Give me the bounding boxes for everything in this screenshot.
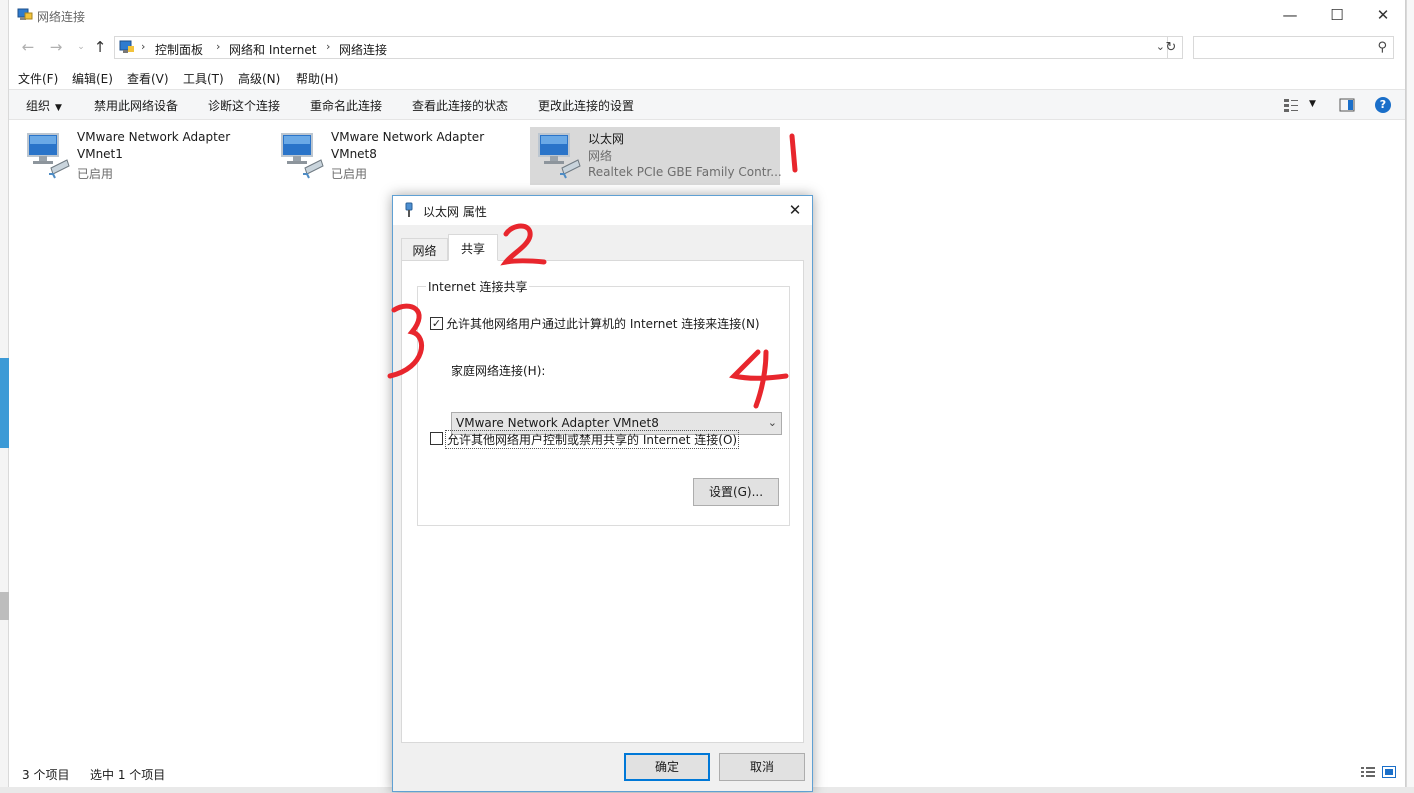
organize-label: 组织 bbox=[26, 99, 51, 113]
network-connections-icon bbox=[17, 8, 33, 20]
adapter-vmnet8[interactable]: VMware Network Adapter VMnet8 已启用 bbox=[273, 127, 513, 185]
address-row: ← → ⌄ ↑ › 控制面板 › 网络和 Internet › 网络连接 ⌄ ↻… bbox=[9, 33, 1405, 61]
caret-down-icon: ▼ bbox=[55, 103, 62, 113]
command-bar: 组织 ▼ 禁用此网络设备 诊断这个连接 重命名此连接 查看此连接的状态 更改此连接… bbox=[9, 89, 1405, 120]
disable-device-button[interactable]: 禁用此网络设备 bbox=[94, 97, 178, 114]
search-icon: ⚲ bbox=[1377, 40, 1387, 55]
search-input[interactable]: ⚲ bbox=[1193, 36, 1394, 59]
ethernet-plug-icon bbox=[405, 202, 413, 217]
refresh-icon[interactable]: ↻ bbox=[1160, 36, 1183, 59]
breadcrumb-separator-icon: › bbox=[141, 40, 146, 53]
control-panel-icon bbox=[119, 40, 134, 53]
menu-view[interactable]: 查看(V) bbox=[127, 70, 169, 87]
adapter-status: 已启用 bbox=[331, 167, 368, 181]
details-view-icon[interactable] bbox=[1361, 766, 1375, 778]
adapter-device: Realtek PCIe GBE Family Contr... bbox=[588, 165, 782, 179]
menu-file[interactable]: 文件(F) bbox=[18, 70, 58, 87]
preview-pane-icon[interactable] bbox=[1339, 97, 1355, 113]
sharing-tab-panel: Internet 连接共享 ✓ 允许其他网络用户通过此计算机的 Internet… bbox=[401, 260, 804, 743]
help-icon[interactable]: ? bbox=[1375, 97, 1391, 113]
change-settings-button[interactable]: 更改此连接的设置 bbox=[538, 97, 634, 114]
view-options-caret-icon[interactable]: ▼ bbox=[1309, 99, 1316, 109]
menu-help[interactable]: 帮助(H) bbox=[296, 70, 338, 87]
window-title: 网络连接 bbox=[37, 10, 86, 24]
item-count: 3 个项目 bbox=[22, 768, 70, 782]
adapter-name: 以太网 bbox=[588, 132, 625, 146]
network-adapter-icon bbox=[281, 133, 324, 179]
up-arrow-icon[interactable]: ↑ bbox=[91, 38, 109, 56]
allow-control-checkbox[interactable] bbox=[430, 432, 443, 445]
breadcrumb-control-panel[interactable]: 控制面板 bbox=[155, 41, 203, 58]
adapter-id: VMnet8 bbox=[331, 147, 377, 161]
dialog-title: 以太网 属性 bbox=[423, 205, 487, 219]
recent-chevron-down-icon[interactable]: ⌄ bbox=[72, 38, 90, 56]
title-bar: 网络连接 — ☐ ✕ bbox=[9, 0, 1405, 32]
menu-advanced[interactable]: 高级(N) bbox=[238, 70, 280, 87]
menu-edit[interactable]: 编辑(E) bbox=[72, 70, 113, 87]
selected-count: 选中 1 个项目 bbox=[90, 768, 166, 782]
adapter-network: 网络 bbox=[588, 149, 613, 163]
breadcrumb-network-connections[interactable]: 网络连接 bbox=[339, 41, 387, 58]
allow-share-checkbox[interactable]: ✓ bbox=[430, 317, 443, 330]
breadcrumb-separator-icon: › bbox=[216, 40, 221, 53]
tab-sharing[interactable]: 共享 bbox=[448, 234, 498, 261]
minimize-button[interactable]: — bbox=[1267, 0, 1313, 30]
cancel-button[interactable]: 取消 bbox=[719, 753, 805, 781]
dialog-title-bar: 以太网 属性 ✕ bbox=[393, 196, 812, 225]
adapter-ethernet[interactable]: 以太网 网络 Realtek PCIe GBE Family Contr... bbox=[530, 127, 782, 185]
ethernet-properties-dialog: 以太网 属性 ✕ 网络 共享 Internet 连接共享 ✓ 允许其他网络用户通… bbox=[392, 195, 813, 792]
network-adapter-icon bbox=[27, 133, 70, 179]
allow-share-label[interactable]: 允许其他网络用户通过此计算机的 Internet 连接来连接(N) bbox=[446, 315, 760, 332]
background-window-left bbox=[0, 0, 9, 793]
adapter-vmnet1[interactable]: VMware Network Adapter VMnet1 已启用 bbox=[19, 127, 259, 185]
adapter-id: VMnet1 bbox=[77, 147, 123, 161]
network-adapter-icon bbox=[538, 133, 581, 179]
adapter-status: 已启用 bbox=[77, 167, 114, 181]
rename-button[interactable]: 重命名此连接 bbox=[310, 97, 382, 114]
change-view-icon[interactable] bbox=[1283, 97, 1299, 113]
ics-group-title: Internet 连接共享 bbox=[426, 278, 530, 295]
address-bar[interactable]: › 控制面板 › 网络和 Internet › 网络连接 ⌄ bbox=[114, 36, 1168, 59]
background-window-right bbox=[1406, 0, 1414, 793]
large-icons-view-icon[interactable] bbox=[1382, 766, 1396, 778]
close-window-button[interactable]: ✕ bbox=[1360, 0, 1406, 30]
chevron-down-icon: ⌄ bbox=[767, 416, 777, 429]
forward-arrow-icon[interactable]: → bbox=[47, 38, 65, 56]
ics-groupbox: Internet 连接共享 ✓ 允许其他网络用户通过此计算机的 Internet… bbox=[417, 278, 790, 526]
menu-tools[interactable]: 工具(T) bbox=[183, 70, 224, 87]
breadcrumb-separator-icon: › bbox=[326, 40, 331, 53]
tab-network[interactable]: 网络 bbox=[401, 238, 448, 260]
view-status-button[interactable]: 查看此连接的状态 bbox=[412, 97, 508, 114]
diagnose-button[interactable]: 诊断这个连接 bbox=[208, 97, 280, 114]
back-arrow-icon[interactable]: ← bbox=[19, 38, 37, 56]
allow-control-label[interactable]: 允许其他网络用户控制或禁用共享的 Internet 连接(O) bbox=[445, 430, 740, 449]
adapter-name: VMware Network Adapter bbox=[331, 130, 485, 144]
organize-button[interactable]: 组织 ▼ bbox=[26, 97, 62, 114]
home-network-value: VMware Network Adapter VMnet8 bbox=[456, 416, 659, 430]
adapter-name: VMware Network Adapter bbox=[77, 130, 231, 144]
breadcrumb-network-internet[interactable]: 网络和 Internet bbox=[229, 41, 316, 58]
dialog-close-icon[interactable]: ✕ bbox=[784, 199, 806, 221]
settings-button[interactable]: 设置(G)... bbox=[693, 478, 779, 506]
home-network-label: 家庭网络连接(H): bbox=[451, 364, 546, 378]
menu-bar: 文件(F) 编辑(E) 查看(V) 工具(T) 高级(N) 帮助(H) bbox=[9, 66, 1405, 88]
maximize-button[interactable]: ☐ bbox=[1314, 0, 1360, 30]
ok-button[interactable]: 确定 bbox=[624, 753, 710, 781]
